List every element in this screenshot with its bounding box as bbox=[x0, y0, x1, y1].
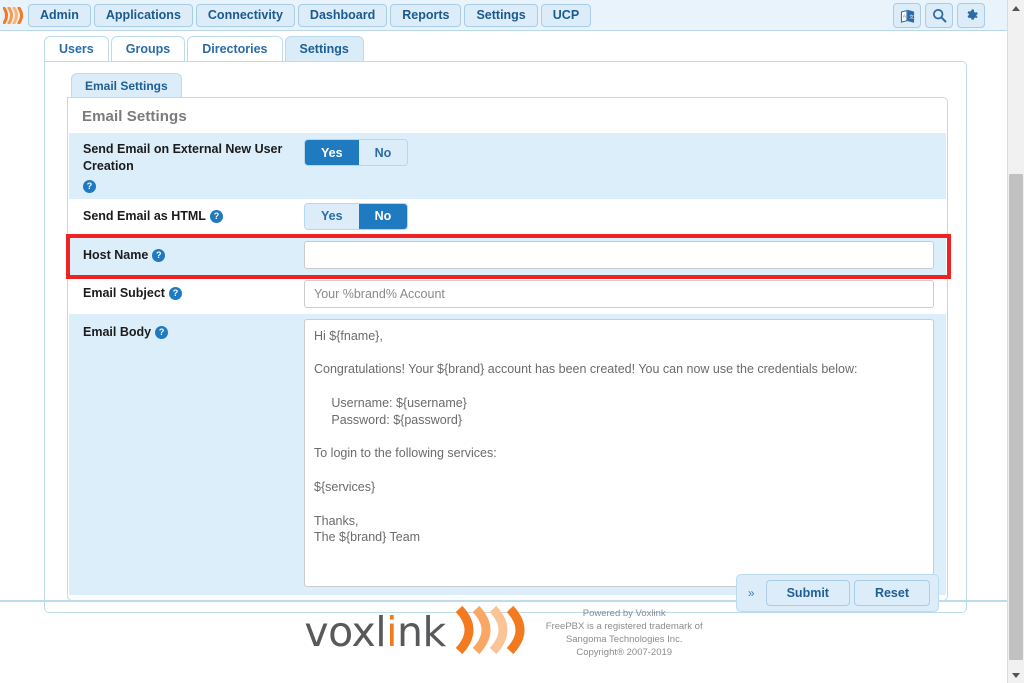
nav-label: Settings bbox=[476, 8, 526, 22]
toggle-option-no[interactable]: No bbox=[358, 140, 408, 165]
nav-item-admin[interactable]: Admin bbox=[28, 3, 91, 27]
footer-line-4: Copyright® 2007-2019 bbox=[576, 646, 673, 658]
nav-label: Dashboard bbox=[309, 8, 376, 22]
label-text: Send Email as HTML bbox=[83, 208, 206, 223]
help-circle-icon[interactable]: ? bbox=[152, 248, 166, 262]
field-control-send-email-html: Yes No bbox=[304, 199, 946, 236]
secondary-tab-strip: Email Settings bbox=[45, 72, 966, 98]
field-label-send-email-html: Send Email as HTML? bbox=[69, 199, 304, 236]
wordmark-highlight: i bbox=[386, 608, 398, 656]
toggle-send-email-external: Yes No bbox=[304, 139, 409, 166]
subtab-email-settings[interactable]: Email Settings bbox=[71, 73, 182, 98]
label-text: Host Name bbox=[83, 247, 149, 262]
nav-label: Admin bbox=[40, 8, 79, 22]
tab-label: Users bbox=[59, 42, 94, 56]
tab-groups[interactable]: Groups bbox=[110, 36, 186, 61]
tab-users[interactable]: Users bbox=[44, 36, 109, 61]
voxlink-wordmark: voxlink bbox=[304, 612, 446, 653]
browser-viewport: Admin Applications Connectivity Dashboar… bbox=[0, 0, 1024, 683]
tab-directories[interactable]: Directories bbox=[187, 36, 283, 61]
email-body-textarea[interactable]: Hi ${fname}, Congratulations! Your ${bra… bbox=[304, 318, 934, 587]
form-action-bar: » Submit Reset bbox=[735, 574, 939, 612]
gear-icon[interactable] bbox=[957, 3, 985, 28]
primary-tab-strip: Users Groups Directories Settings bbox=[0, 31, 1007, 61]
field-control-email-subject bbox=[304, 275, 946, 314]
top-navigation-bar: Admin Applications Connectivity Dashboar… bbox=[0, 0, 1007, 31]
label-text: Email Subject bbox=[83, 285, 165, 300]
label-text: Send Email on External New User Creation bbox=[83, 142, 283, 173]
nav-item-reports[interactable]: Reports bbox=[390, 3, 462, 27]
voxlink-wave-logo-icon bbox=[454, 605, 530, 660]
language-book-icon[interactable]: A 文 bbox=[893, 3, 921, 28]
tab-label: Directories bbox=[202, 42, 268, 56]
field-control-host-name bbox=[304, 236, 946, 275]
field-label-email-body: Email Body? bbox=[69, 314, 304, 595]
scroll-up-arrow-icon[interactable] bbox=[1008, 0, 1024, 16]
expand-actions-icon[interactable]: » bbox=[745, 586, 762, 600]
nav-label: UCP bbox=[552, 8, 580, 22]
field-control-send-email-external: Yes No bbox=[304, 133, 946, 199]
form-row-host-name: Host Name? bbox=[69, 235, 946, 275]
section-title: Email Settings bbox=[82, 108, 187, 125]
footer-credits: Powered by Voxlink FreePBX is a register… bbox=[546, 607, 703, 659]
top-nav-items: Admin Applications Connectivity Dashboar… bbox=[28, 3, 592, 27]
toggle-option-yes[interactable]: Yes bbox=[305, 140, 359, 165]
label-text: Email Body bbox=[83, 324, 152, 339]
wordmark-part1: voxl bbox=[304, 608, 387, 656]
voxlink-footer-logo: voxlink bbox=[304, 605, 529, 660]
footer-line-3: Sangoma Technologies Inc. bbox=[565, 633, 683, 645]
top-nav-actions: A 文 bbox=[893, 3, 985, 28]
vertical-scrollbar[interactable] bbox=[1007, 0, 1024, 683]
nav-item-dashboard[interactable]: Dashboard bbox=[297, 3, 388, 27]
tab-settings[interactable]: Settings bbox=[284, 36, 364, 61]
footer-line-2: FreePBX is a registered trademark of bbox=[545, 620, 703, 632]
help-circle-icon[interactable]: ? bbox=[155, 325, 169, 339]
host-name-input[interactable] bbox=[304, 240, 934, 269]
toggle-send-email-html: Yes No bbox=[304, 202, 409, 230]
page-footer: voxlink Powered by Voxlink FreePBX is a … bbox=[0, 605, 1007, 660]
reset-button[interactable]: Reset bbox=[853, 580, 930, 606]
search-icon[interactable] bbox=[925, 3, 953, 28]
footer-line-1: Powered by Voxlink bbox=[582, 607, 666, 619]
scroll-down-arrow-icon[interactable] bbox=[1008, 667, 1024, 683]
nav-label: Reports bbox=[402, 8, 450, 22]
form-row-email-subject: Email Subject? bbox=[69, 274, 946, 314]
nav-label: Applications bbox=[105, 8, 181, 22]
nav-label: Connectivity bbox=[207, 8, 283, 22]
help-circle-icon[interactable]: ? bbox=[83, 179, 96, 193]
voxlink-wave-logo-icon bbox=[0, 0, 28, 31]
page-content: Admin Applications Connectivity Dashboar… bbox=[0, 0, 1007, 683]
email-subject-input[interactable] bbox=[304, 279, 934, 308]
tab-label: Settings bbox=[299, 42, 349, 56]
help-circle-icon[interactable]: ? bbox=[209, 209, 223, 223]
field-label-email-subject: Email Subject? bbox=[69, 275, 304, 314]
svg-text:文: 文 bbox=[909, 13, 914, 20]
nav-item-applications[interactable]: Applications bbox=[93, 3, 193, 27]
nav-item-settings[interactable]: Settings bbox=[464, 3, 538, 27]
subtab-label: Email Settings bbox=[85, 79, 168, 93]
form-row-send-email-external: Send Email on External New User Creation… bbox=[69, 133, 946, 199]
nav-item-ucp[interactable]: UCP bbox=[540, 3, 592, 27]
help-circle-icon[interactable]: ? bbox=[168, 286, 182, 300]
email-settings-form: Send Email on External New User Creation… bbox=[68, 133, 947, 595]
tab-label: Groups bbox=[125, 42, 171, 56]
wordmark-part2: nk bbox=[397, 608, 446, 656]
scrollbar-thumb[interactable] bbox=[1009, 174, 1023, 660]
field-label-send-email-external: Send Email on External New User Creation… bbox=[69, 133, 304, 199]
email-settings-panel: Email Settings Send Email on External Ne… bbox=[66, 97, 951, 612]
nav-item-connectivity[interactable]: Connectivity bbox=[195, 3, 295, 27]
toggle-option-yes[interactable]: Yes bbox=[305, 203, 359, 229]
toggle-option-no[interactable]: No bbox=[358, 203, 408, 229]
settings-panel: Email Settings Email Settings Send Email… bbox=[44, 61, 967, 613]
form-row-email-body: Email Body? Hi ${fname}, Congratulations… bbox=[69, 313, 946, 595]
form-row-send-email-html: Send Email as HTML? Yes No bbox=[69, 198, 946, 236]
submit-button[interactable]: Submit bbox=[765, 580, 850, 606]
field-label-host-name: Host Name? bbox=[69, 236, 304, 275]
field-control-email-body: Hi ${fname}, Congratulations! Your ${bra… bbox=[304, 314, 946, 595]
